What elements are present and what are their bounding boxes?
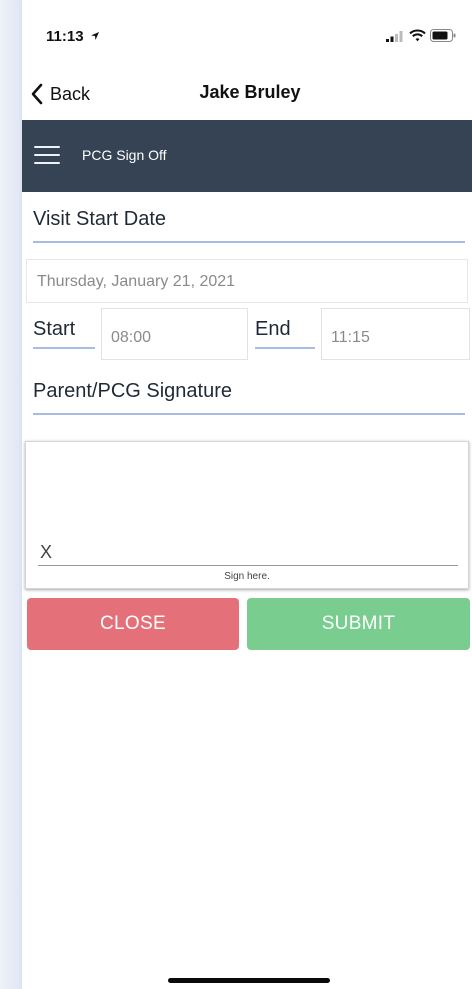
battery-icon (430, 29, 456, 42)
signature-x-mark: X (40, 542, 53, 562)
signature-hint: Sign here. (224, 571, 270, 582)
status-bar: 11:13 (22, 0, 472, 70)
start-time-field[interactable]: 08:00 (101, 308, 248, 360)
signal-icon (386, 31, 403, 42)
wifi-icon (409, 29, 426, 42)
visit-date-field[interactable]: Thursday, January 21, 2021 (26, 259, 468, 303)
phone-screen: 11:13 Back Jake Bruley PCG Sign Off Visi… (22, 0, 472, 989)
app-bar: PCG Sign Off (22, 120, 472, 192)
visit-start-date-label: Visit Start Date (33, 208, 465, 243)
page-title: Jake Bruley (199, 82, 301, 102)
start-time-label: Start (33, 318, 95, 349)
status-time: 11:13 (46, 28, 100, 45)
navigation-bar: Back Jake Bruley (22, 70, 472, 120)
home-indicator[interactable] (168, 978, 330, 983)
status-icons (386, 29, 456, 43)
close-button[interactable]: CLOSE (27, 598, 239, 650)
location-arrow-icon (90, 32, 99, 40)
hamburger-menu-icon[interactable] (34, 146, 60, 166)
end-time-label: End (255, 318, 315, 349)
signature-label: Parent/PCG Signature (33, 380, 465, 415)
signature-line (38, 565, 458, 566)
submit-button[interactable]: SUBMIT (247, 598, 470, 650)
signature-pad[interactable]: X Sign here. (25, 441, 469, 589)
end-time-field[interactable]: 11:15 (321, 308, 470, 360)
app-bar-title: PCG Sign Off (82, 147, 167, 163)
